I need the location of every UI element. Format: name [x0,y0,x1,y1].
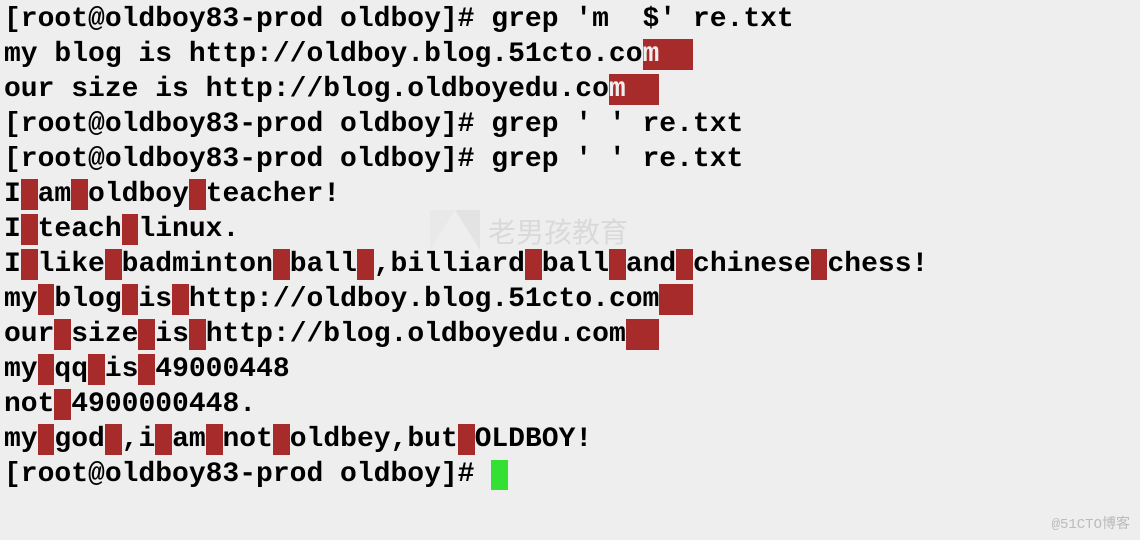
output-line: my qq is 49000448 [4,352,1136,387]
grep-match [189,179,206,210]
grep-match [88,354,105,385]
text: oldbey,but [290,424,458,455]
text: chess! [827,249,928,280]
grep-match [626,319,660,350]
text: blog [54,284,121,315]
grep-match: m [609,74,659,105]
grep-match [155,424,172,455]
text: ,i [122,424,156,455]
grep-match [172,284,189,315]
output-line: our size is http://blog.oldboyedu.com [4,317,1136,352]
grep-match [38,424,55,455]
text: ball [290,249,357,280]
grep-match [21,249,38,280]
text: my blog is http://oldboy.blog.51cto.co [4,39,643,70]
text: our [4,319,54,350]
text: qq [54,354,88,385]
prompt-line-current[interactable]: [root@oldboy83-prod oldboy]# [4,457,1136,492]
text: am [38,179,72,210]
text: I [4,179,21,210]
output-line: I teach linux. [4,212,1136,247]
grep-match [38,284,55,315]
grep-match [122,214,139,245]
text: is [138,284,172,315]
text: I [4,249,21,280]
text: ball [542,249,609,280]
text: ,billiard [374,249,525,280]
text: size [71,319,138,350]
text: http://oldboy.blog.51cto.com [189,284,659,315]
text: am [172,424,206,455]
prompt-line-2: [root@oldboy83-prod oldboy]# grep ' ' re… [4,107,1136,142]
command-text: grep ' ' re.txt [491,144,743,175]
prompt-line-3: [root@oldboy83-prod oldboy]# grep ' ' re… [4,142,1136,177]
text: is [105,354,139,385]
grep-match [21,179,38,210]
text: I [4,214,21,245]
grep-match [458,424,475,455]
grep-match [811,249,828,280]
prompt-line-1: [root@oldboy83-prod oldboy]# grep 'm $' … [4,2,1136,37]
output-line: I am oldboy teacher! [4,177,1136,212]
command-text: grep ' ' re.txt [491,109,743,140]
text: 49000448 [155,354,289,385]
text: oldboy [88,179,189,210]
text: is [155,319,189,350]
output-line: our size is http://blog.oldboyedu.com [4,72,1136,107]
grep-match [38,354,55,385]
grep-match [609,249,626,280]
text: not [223,424,273,455]
text: my [4,424,38,455]
grep-match [54,389,71,420]
grep-match [206,424,223,455]
text: my [4,354,38,385]
credit-text: @51CTO博客 [1052,517,1130,535]
shell-prompt: [root@oldboy83-prod oldboy]# [4,459,491,490]
output-line: not 4900000448. [4,387,1136,422]
text: like [38,249,105,280]
grep-match [659,284,693,315]
text: linux. [138,214,239,245]
text: teach [38,214,122,245]
grep-match [138,319,155,350]
grep-match [525,249,542,280]
grep-match [122,284,139,315]
cursor-icon [491,460,508,490]
text: http://blog.oldboyedu.com [206,319,626,350]
output-line: my god ,i am not oldbey,but OLDBOY! [4,422,1136,457]
text: not [4,389,54,420]
terminal-output: [root@oldboy83-prod oldboy]# grep 'm $' … [4,2,1136,492]
grep-match [273,249,290,280]
grep-match [138,354,155,385]
text: chinese [693,249,811,280]
text: my [4,284,38,315]
grep-match [357,249,374,280]
output-line: my blog is http://oldboy.blog.51cto.com [4,282,1136,317]
shell-prompt: [root@oldboy83-prod oldboy]# [4,144,491,175]
text: teacher! [206,179,340,210]
grep-match [105,424,122,455]
command-text: grep 'm $' re.txt [491,4,793,35]
text: our size is http://blog.oldboyedu.co [4,74,609,105]
grep-match [273,424,290,455]
output-line: my blog is http://oldboy.blog.51cto.com [4,37,1136,72]
shell-prompt: [root@oldboy83-prod oldboy]# [4,4,491,35]
text: badminton [122,249,273,280]
grep-match [189,319,206,350]
text: OLDBOY! [475,424,593,455]
grep-match [54,319,71,350]
text: and [626,249,676,280]
grep-match [21,214,38,245]
grep-match [105,249,122,280]
grep-match [676,249,693,280]
grep-match [71,179,88,210]
output-line: I like badminton ball ,billiard ball and… [4,247,1136,282]
shell-prompt: [root@oldboy83-prod oldboy]# [4,109,491,140]
text: 4900000448. [71,389,256,420]
text: god [54,424,104,455]
grep-match: m [643,39,693,70]
